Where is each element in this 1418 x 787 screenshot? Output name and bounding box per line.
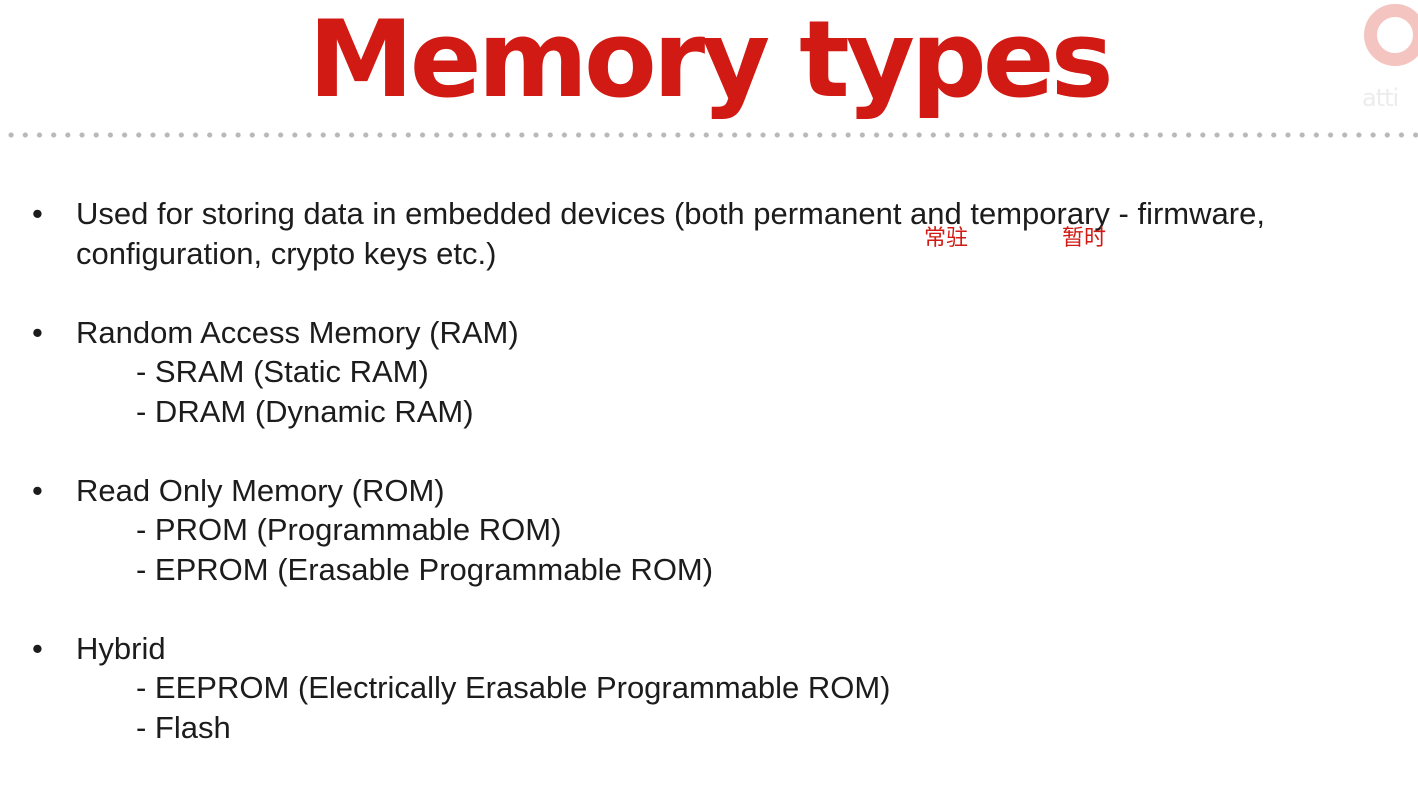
bullet-list: • Used for storing data in embedded devi… xyxy=(0,194,1418,787)
bullet-dot: • xyxy=(32,472,43,508)
bullet-text: configuration, crypto keys etc.) xyxy=(76,235,497,271)
bullet-text: Used for storing data in embedded device… xyxy=(76,196,1265,231)
sub-item-flash: - Flash xyxy=(136,709,231,745)
slide-title: Memory types xyxy=(308,0,1114,121)
watermark-logo: atti xyxy=(1358,0,1418,112)
dotted-divider xyxy=(0,131,1418,139)
bullet-item-rom: • Read Only Memory (ROM) - PROM (Program… xyxy=(0,471,1418,590)
bullet-text: Random Access Memory (RAM) xyxy=(76,314,519,350)
bullet-text: Hybrid xyxy=(76,630,166,666)
logo-text: atti xyxy=(1362,84,1399,112)
sub-item-prom: - PROM (Programmable ROM) xyxy=(136,512,562,547)
annotation-permanent: 常驻 xyxy=(924,226,969,251)
logo-ring-icon xyxy=(1364,4,1418,66)
bullet-text: Read Only Memory (ROM) xyxy=(76,472,445,508)
bullet-dot: • xyxy=(32,630,43,666)
bullet-item-hybrid: • Hybrid - EEPROM (Electrically Erasable… xyxy=(0,629,1418,748)
sub-item-eeprom: - EEPROM (Electrically Erasable Programm… xyxy=(136,670,891,705)
bullet-dot: • xyxy=(32,314,43,350)
sub-item-eprom: - EPROM (Erasable Programmable ROM) xyxy=(136,551,714,587)
sub-item-dram: - DRAM (Dynamic RAM) xyxy=(136,393,474,429)
bullet-dot: • xyxy=(32,196,43,231)
sub-item-sram: - SRAM (Static RAM) xyxy=(136,354,429,389)
bullet-item-ram: • Random Access Memory (RAM) - SRAM (Sta… xyxy=(0,313,1418,432)
annotation-temporary: 暂时 xyxy=(1062,226,1107,251)
bullet-item-embedded-storage: • Used for storing data in embedded devi… xyxy=(0,194,1418,273)
